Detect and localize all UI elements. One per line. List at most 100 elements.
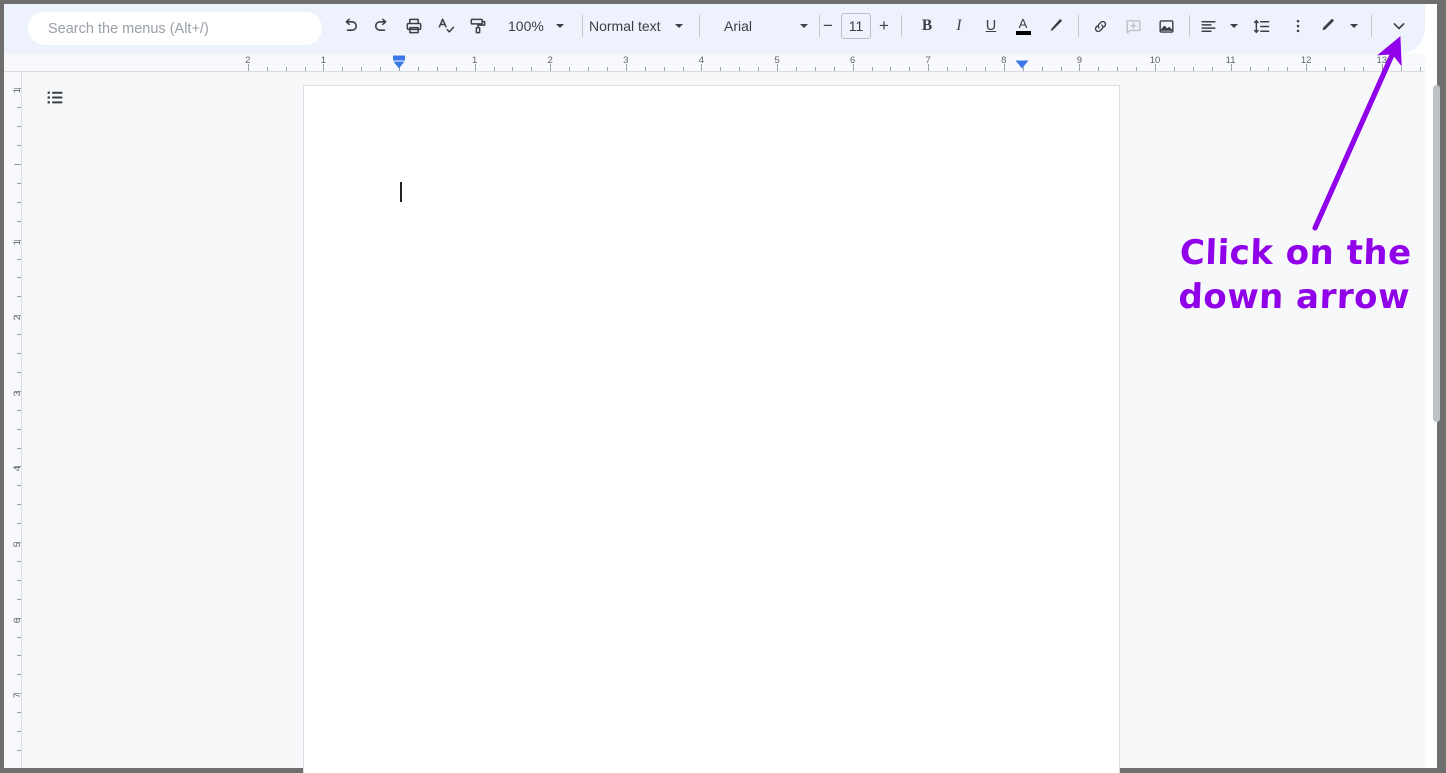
toolbar-group-format: B I U A bbox=[913, 12, 1086, 40]
zoom-dropdown[interactable]: 100% bbox=[502, 12, 570, 40]
vertical-scrollbar-thumb[interactable] bbox=[1433, 85, 1440, 422]
paint-format-button[interactable] bbox=[464, 12, 492, 40]
ruler-tick-minor bbox=[588, 67, 589, 71]
ruler-tick-minor bbox=[1098, 67, 1100, 71]
add-comment-button[interactable] bbox=[1119, 12, 1147, 40]
ruler-tick-minor bbox=[833, 67, 835, 71]
ruler-tick-minor bbox=[17, 749, 21, 751]
ruler-tick-minor bbox=[1419, 67, 1421, 71]
ruler-tick-minor bbox=[1249, 67, 1251, 71]
line-spacing-button[interactable] bbox=[1247, 12, 1275, 40]
align-dropdown[interactable] bbox=[1194, 12, 1238, 40]
ruler-label: 5 bbox=[11, 542, 23, 548]
document-page[interactable] bbox=[303, 85, 1120, 773]
redo-button[interactable] bbox=[368, 12, 396, 40]
ruler-label: 8 bbox=[1001, 55, 1007, 66]
editing-mode-dropdown[interactable] bbox=[1313, 12, 1358, 40]
ruler-tick-minor bbox=[17, 504, 21, 506]
right-indent-marker[interactable] bbox=[1015, 60, 1029, 69]
ruler-tick-minor bbox=[663, 67, 665, 71]
ruler-label: 4 bbox=[11, 466, 23, 472]
separator bbox=[1189, 15, 1190, 37]
ruler-tick-minor bbox=[17, 731, 21, 732]
ruler-tick-minor bbox=[361, 67, 363, 71]
underline-label: U bbox=[985, 18, 997, 34]
ruler-tick-minor bbox=[1287, 67, 1289, 71]
font-size-decrease-button[interactable]: − bbox=[818, 16, 838, 36]
font-size-field[interactable]: 11 bbox=[841, 13, 871, 39]
separator bbox=[698, 15, 700, 37]
ruler-label: 10 bbox=[1149, 55, 1161, 66]
insert-image-button[interactable] bbox=[1152, 12, 1180, 40]
search-input[interactable] bbox=[28, 12, 322, 45]
ruler-tick-minor bbox=[17, 296, 21, 298]
ruler-tick-minor bbox=[1041, 67, 1043, 71]
hide-menus-button[interactable] bbox=[1385, 12, 1413, 40]
ruler-tick-minor bbox=[682, 67, 684, 71]
ruler-tick-minor bbox=[17, 560, 21, 562]
separator bbox=[1078, 15, 1079, 37]
italic-button[interactable]: I bbox=[945, 12, 973, 40]
pencil-icon bbox=[1313, 12, 1341, 40]
toolbar-group-fontsize: − 11 + bbox=[818, 12, 909, 40]
underline-button[interactable]: U bbox=[977, 12, 1005, 40]
chevron-down-icon bbox=[555, 24, 564, 28]
ruler-tick-minor bbox=[17, 126, 21, 128]
ruler-tick-minor bbox=[493, 67, 495, 71]
ruler-tick-minor bbox=[17, 371, 21, 373]
undo-button[interactable] bbox=[336, 12, 364, 40]
insert-link-button[interactable] bbox=[1086, 12, 1114, 40]
ruler-label: 1 bbox=[11, 88, 23, 94]
ruler-tick-minor bbox=[758, 67, 760, 71]
ruler-label: 6 bbox=[849, 55, 856, 66]
ruler-tick-minor bbox=[17, 655, 21, 657]
ruler-tick-minor bbox=[720, 67, 722, 71]
ruler-tick-minor bbox=[1117, 67, 1119, 71]
ruler-tick-minor bbox=[1060, 67, 1062, 71]
ruler-tick-minor bbox=[17, 674, 21, 676]
toolbar-group-primary: 100% bbox=[336, 12, 590, 40]
ruler-baseline bbox=[21, 72, 22, 768]
left-indent-marker[interactable] bbox=[391, 55, 407, 71]
italic-label: I bbox=[956, 17, 962, 34]
ruler-tick-minor bbox=[966, 67, 967, 71]
ruler-tick-minor bbox=[1192, 67, 1194, 71]
ruler-label: 6 bbox=[11, 617, 23, 623]
text-color-swatch bbox=[1015, 31, 1031, 35]
search-menus-box[interactable] bbox=[28, 12, 322, 45]
ruler-tick-minor bbox=[644, 67, 646, 71]
ruler-tick-minor bbox=[17, 485, 21, 487]
ruler-tick-minor bbox=[17, 598, 21, 600]
vertical-ruler[interactable]: 112345678 bbox=[4, 72, 22, 768]
print-button[interactable] bbox=[400, 12, 428, 40]
paragraph-style-value: Normal text bbox=[589, 18, 661, 34]
bold-button[interactable]: B bbox=[913, 12, 941, 40]
ruler-tick-minor bbox=[17, 447, 21, 449]
ruler-tick-minor bbox=[739, 67, 741, 71]
more-options-button[interactable] bbox=[1284, 12, 1312, 40]
show-outline-button[interactable] bbox=[40, 82, 70, 112]
ruler-tick-minor bbox=[947, 67, 949, 71]
font-size-increase-button[interactable]: + bbox=[874, 16, 894, 36]
annotation-line-2: down arrow bbox=[1177, 276, 1411, 317]
ruler-label: 7 bbox=[925, 55, 931, 66]
toolbar-group-style: Normal text bbox=[583, 12, 707, 40]
ruler-label: 12 bbox=[1300, 55, 1312, 66]
text-cursor bbox=[400, 182, 402, 202]
toolbar-group-paragraph bbox=[1194, 12, 1312, 40]
paragraph-style-dropdown[interactable]: Normal text bbox=[583, 12, 689, 40]
separator bbox=[901, 15, 902, 37]
font-family-dropdown[interactable]: Arial bbox=[718, 12, 800, 40]
spell-check-button[interactable] bbox=[432, 12, 460, 40]
horizontal-ruler[interactable]: 2 1 1 2 3 4 5 6 7 8 9 10 11 12 13 bbox=[4, 54, 1425, 72]
font-size-value: 11 bbox=[848, 18, 864, 34]
highlight-color-button[interactable] bbox=[1041, 12, 1069, 40]
ruler-label: 3 bbox=[623, 55, 629, 66]
ruler-tick-minor bbox=[871, 67, 873, 71]
font-family-value: Arial bbox=[724, 18, 753, 34]
annotation-text: Click on the down arrow bbox=[1168, 232, 1421, 319]
ruler-tick-minor bbox=[455, 67, 457, 71]
ruler-tick-minor bbox=[304, 67, 306, 71]
ruler-tick-minor bbox=[285, 67, 287, 71]
text-color-button[interactable]: A bbox=[1009, 12, 1037, 40]
